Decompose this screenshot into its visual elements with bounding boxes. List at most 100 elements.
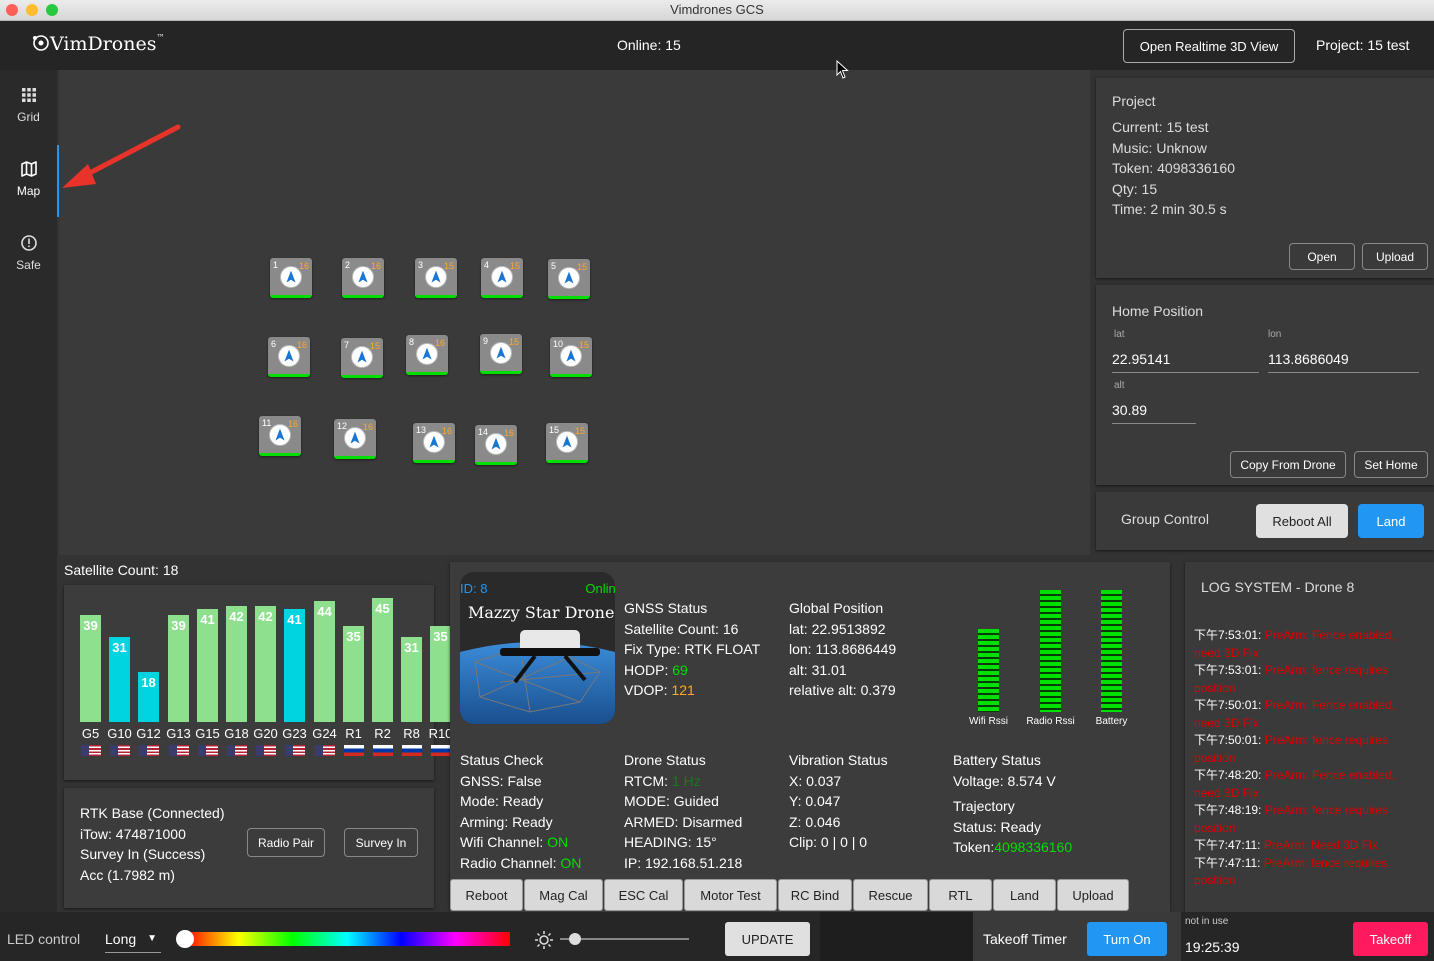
sidebar-item-map[interactable]: Map [0, 144, 57, 214]
log-time: 下午7:53:01: [1194, 628, 1265, 642]
drone-marker-sat: 15 [508, 337, 519, 347]
drone-marker[interactable]: 9 15 [480, 334, 522, 374]
drone-detail-panel: ID: 8 Online Mazzy Star Drone GNSS Statu… [450, 562, 1170, 912]
led-color-slider[interactable] [184, 932, 510, 946]
drone-marker-id: 11 [262, 418, 272, 428]
log-message: PreArm: fence requires [1264, 663, 1389, 677]
navigation-arrow-icon [560, 345, 582, 367]
drone-action-button-upload[interactable]: Upload [1057, 879, 1129, 911]
wifi-value: ON [547, 834, 569, 850]
drone-action-button-esc-cal[interactable]: ESC Cal [604, 879, 683, 911]
status-check-block: Status Check GNSS: False Mode: Ready Arm… [460, 750, 581, 873]
log-time: 下午7:47:11: [1194, 855, 1264, 870]
brightness-slider-thumb[interactable] [569, 933, 582, 945]
takeoff-button[interactable]: Takeoff [1353, 922, 1428, 956]
drone-marker[interactable]: 7 15 [341, 338, 383, 378]
global-lon: lon: 113.8686449 [789, 641, 897, 657]
drone-marker[interactable]: 15 15 [546, 423, 588, 463]
drone-armed: ARMED: Disarmed [624, 813, 743, 830]
drone-marker-sat: 16 [370, 261, 381, 271]
drone-action-button-rescue[interactable]: Rescue [853, 879, 928, 911]
drone-action-button-rc-bind[interactable]: RC Bind [778, 879, 852, 911]
global-relative-alt: relative alt: 0.379 [789, 682, 896, 698]
drone-marker[interactable]: 12 16 [334, 419, 376, 459]
log-time: 下午7:48:19: [1194, 803, 1265, 817]
satellite-count-title: Satellite Count: 18 [64, 562, 179, 578]
maximize-window-button[interactable] [46, 4, 58, 16]
drone-marker-id: 1 [273, 260, 279, 270]
lon-field[interactable]: 113.8686049 [1268, 351, 1419, 373]
survey-in-button[interactable]: Survey In [344, 828, 418, 857]
set-home-button[interactable]: Set Home [1354, 451, 1428, 478]
drone-action-button-reboot[interactable]: Reboot [450, 879, 523, 911]
copy-from-drone-button[interactable]: Copy From Drone [1230, 451, 1346, 478]
drone-marker[interactable]: 10 15 [550, 337, 592, 377]
drone-marker[interactable]: 6 16 [268, 337, 310, 377]
update-led-button[interactable]: UPDATE [725, 922, 810, 956]
radio-pair-button[interactable]: Radio Pair [247, 828, 325, 857]
color-slider-thumb[interactable] [176, 930, 194, 948]
drone-marker[interactable]: 11 16 [259, 416, 301, 456]
drone-marker-id: 14 [478, 427, 489, 437]
trajectory-token: Token:4098336160 [953, 837, 1072, 858]
log-message-cont: need 3D Fix [1194, 785, 1259, 800]
chevron-down-icon: ▼ [147, 933, 157, 944]
log-time: 下午7:50:01: [1194, 733, 1265, 747]
close-window-button[interactable] [6, 4, 18, 16]
us-flag-icon [285, 745, 305, 756]
rtk-survey-status: Survey In (Success) [80, 846, 206, 862]
trajectory-status: Status: Ready [953, 818, 1041, 835]
led-control-label: LED control [7, 931, 81, 947]
satellite-bar: 31 [109, 637, 130, 722]
open-project-button[interactable]: Open [1289, 243, 1355, 270]
satellite-label: G12 [136, 726, 161, 741]
drone-marker[interactable]: 8 16 [406, 335, 448, 375]
drone-action-button-motor-test[interactable]: Motor Test [684, 879, 777, 911]
drone-mode: MODE: Guided [624, 793, 719, 809]
satellite-bar: 35 [430, 626, 451, 722]
logo-icon [33, 35, 49, 51]
drone-marker[interactable]: 13 16 [413, 423, 455, 463]
log-message-cont: position [1194, 680, 1236, 695]
drone-marker[interactable]: 14 16 [475, 425, 517, 465]
upload-project-button[interactable]: Upload [1362, 243, 1428, 270]
sidebar-item-grid[interactable]: Grid [0, 70, 57, 140]
drone-action-button-mag-cal[interactable]: Mag Cal [524, 879, 603, 911]
annotation-arrow-icon [62, 124, 181, 188]
rtk-base-panel: RTK Base (Connected) iTow: 474871000 Sur… [64, 788, 434, 908]
drone-marker[interactable]: 3 15 [415, 258, 457, 298]
led-mode-select[interactable]: Long ▼ [105, 925, 161, 953]
drone-marker[interactable]: 1 16 [270, 258, 312, 298]
turn-on-timer-button[interactable]: Turn On [1087, 922, 1167, 956]
drone-marker[interactable]: 5 15 [548, 259, 590, 299]
status-radio: Radio Channel: ON [460, 853, 581, 874]
timer-clock: 19:25:39 [1185, 939, 1240, 955]
satellite-bar-value: 45 [375, 601, 390, 616]
sidebar-item-safe[interactable]: Safe [0, 218, 57, 288]
home-position-panel: Home Position lat 22.95141 lon 113.86860… [1096, 285, 1434, 485]
drone-ip: IP: 192.168.51.218 [624, 854, 743, 871]
satellite-bar: 18 [138, 672, 159, 722]
reboot-all-button[interactable]: Reboot All [1256, 504, 1348, 538]
log-message-cont: need 3D Fix [1194, 645, 1259, 660]
alert-circle-icon [20, 235, 37, 251]
drone-marker-id: 15 [549, 425, 560, 435]
us-flag-icon [315, 745, 335, 756]
satellite-bar: 42 [255, 606, 276, 722]
lon-label: lon [1268, 329, 1282, 340]
radio-value: ON [560, 854, 582, 871]
current-project-label: Project: 15 test [1316, 37, 1410, 53]
drone-action-button-land[interactable]: Land [993, 879, 1056, 911]
drone-map[interactable] [59, 70, 1090, 555]
lat-field[interactable]: 22.95141 [1112, 351, 1259, 373]
land-all-button[interactable]: Land [1358, 504, 1424, 538]
open-3d-view-button[interactable]: Open Realtime 3D View [1123, 29, 1295, 63]
drone-marker[interactable]: 2 16 [342, 258, 384, 298]
drone-marker[interactable]: 4 15 [481, 258, 523, 298]
satellite-label: G15 [195, 726, 220, 741]
alt-field[interactable]: 30.89 [1112, 402, 1196, 424]
minimize-window-button[interactable] [26, 4, 38, 16]
drone-action-button-rtl[interactable]: RTL [929, 879, 992, 911]
vibration-z: Z: 0.046 [789, 813, 841, 830]
log-time: 下午7:50:01: [1194, 698, 1265, 712]
